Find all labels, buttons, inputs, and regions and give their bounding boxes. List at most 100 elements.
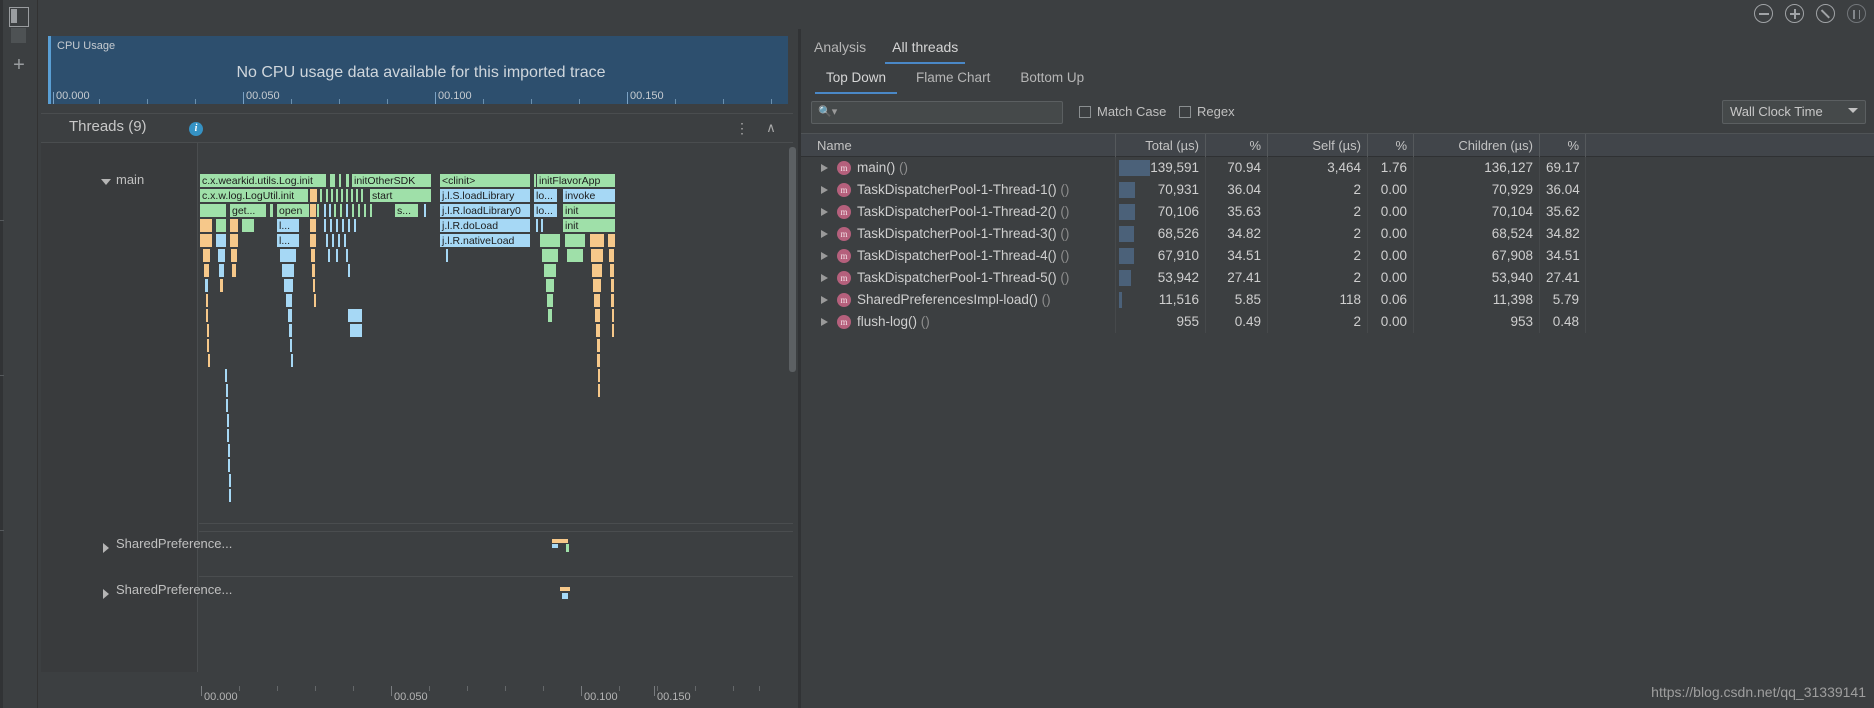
flame-bar[interactable] bbox=[345, 248, 349, 263]
flame-bar[interactable] bbox=[369, 203, 373, 218]
flame-bar[interactable] bbox=[539, 233, 561, 248]
flame-bar[interactable] bbox=[207, 353, 211, 368]
timeline-scrollbar[interactable] bbox=[789, 147, 796, 372]
flame-bar[interactable] bbox=[285, 293, 293, 308]
more-options-icon[interactable]: ⋮ bbox=[735, 119, 749, 137]
flame-bar[interactable] bbox=[535, 218, 539, 233]
flame-bar[interactable] bbox=[225, 383, 229, 398]
thread-row-main[interactable]: main bbox=[116, 172, 144, 187]
flame-bar[interactable] bbox=[589, 233, 605, 248]
flame-bar[interactable] bbox=[313, 293, 317, 308]
flame-bar[interactable] bbox=[290, 353, 294, 368]
table-row[interactable]: m TaskDispatcherPool-1-Thread-1() () 70,… bbox=[801, 179, 1874, 201]
flame-bar[interactable]: initFlavorApp bbox=[536, 173, 616, 188]
flame-bar[interactable] bbox=[610, 278, 615, 293]
flame-bar[interactable]: c.x.wearkid.utils.Log.init bbox=[199, 173, 327, 188]
flame-bar[interactable] bbox=[310, 248, 316, 263]
flame-bar[interactable] bbox=[607, 233, 616, 248]
flame-bar[interactable] bbox=[329, 173, 336, 188]
flame-bar[interactable] bbox=[591, 263, 603, 278]
flame-bar[interactable] bbox=[309, 203, 317, 218]
flame-bar[interactable] bbox=[349, 323, 363, 338]
search-input[interactable] bbox=[836, 104, 1056, 122]
flame-bar[interactable] bbox=[347, 263, 351, 278]
panel-icon[interactable] bbox=[11, 28, 26, 43]
flame-bar[interactable] bbox=[595, 323, 601, 338]
column-header-total[interactable]: Total (µs) bbox=[1116, 134, 1206, 157]
column-header-children-pct[interactable]: % bbox=[1540, 134, 1586, 157]
flame-bar-shared-pref-2b[interactable] bbox=[561, 592, 569, 600]
flame-bar[interactable] bbox=[312, 278, 316, 293]
flame-bar[interactable] bbox=[363, 203, 367, 218]
tab-top-down[interactable]: Top Down bbox=[811, 66, 901, 94]
flame-bar[interactable] bbox=[219, 278, 224, 293]
column-header-children[interactable]: Children (µs) bbox=[1414, 134, 1540, 157]
flame-bar[interactable] bbox=[339, 203, 343, 218]
flame-bar[interactable] bbox=[269, 203, 274, 218]
flame-bar[interactable] bbox=[590, 248, 604, 263]
flame-bar[interactable] bbox=[335, 188, 339, 203]
flame-bar[interactable] bbox=[594, 308, 601, 323]
flame-bar[interactable] bbox=[328, 203, 332, 218]
flame-bar[interactable] bbox=[350, 188, 354, 203]
tab-flame-chart[interactable]: Flame Chart bbox=[901, 66, 1005, 94]
flame-bar[interactable] bbox=[335, 248, 339, 263]
flame-bar[interactable] bbox=[611, 308, 615, 323]
flame-bar[interactable]: l... bbox=[276, 233, 300, 248]
flame-bar[interactable] bbox=[345, 203, 349, 218]
flame-bar[interactable] bbox=[287, 308, 293, 323]
flame-bar[interactable] bbox=[360, 188, 364, 203]
table-row[interactable]: m TaskDispatcherPool-1-Thread-3() () 68,… bbox=[801, 223, 1874, 245]
flame-bar[interactable] bbox=[546, 293, 554, 308]
flame-bar[interactable] bbox=[203, 263, 210, 278]
flame-bar[interactable] bbox=[345, 173, 350, 188]
flame-bar[interactable] bbox=[325, 188, 329, 203]
tab-analysis[interactable]: Analysis bbox=[801, 35, 879, 64]
flame-bar[interactable] bbox=[229, 233, 239, 248]
flame-bar[interactable] bbox=[597, 368, 601, 383]
flame-bar[interactable] bbox=[592, 278, 602, 293]
regex-toggle[interactable]: Regex bbox=[1179, 104, 1235, 119]
flame-bar[interactable] bbox=[340, 188, 344, 203]
flame-bar[interactable] bbox=[540, 218, 544, 233]
flame-bar[interactable] bbox=[331, 233, 335, 248]
flame-bar[interactable] bbox=[445, 248, 449, 263]
match-case-checkbox[interactable] bbox=[1079, 105, 1091, 118]
flame-bar[interactable] bbox=[333, 203, 337, 218]
table-row[interactable]: m TaskDispatcherPool-1-Thread-5() () 53,… bbox=[801, 267, 1874, 289]
flame-bar[interactable] bbox=[610, 293, 615, 308]
regex-checkbox[interactable] bbox=[1179, 105, 1191, 118]
flame-bar[interactable] bbox=[218, 263, 225, 278]
flame-bar[interactable]: j.l.R.doLoad bbox=[439, 218, 531, 233]
flame-bar[interactable] bbox=[347, 308, 363, 323]
flame-bar[interactable] bbox=[347, 218, 351, 233]
cpu-usage-track[interactable]: CPU Usage No CPU usage data available fo… bbox=[48, 36, 788, 104]
flame-bar[interactable] bbox=[227, 458, 231, 473]
flame-chart-main-thread[interactable]: c.x.wearkid.utils.Log.init initOtherSDK … bbox=[199, 143, 793, 672]
flame-bar[interactable] bbox=[597, 383, 601, 398]
flame-bar[interactable] bbox=[341, 218, 345, 233]
flame-bar[interactable] bbox=[205, 308, 209, 323]
flame-bar[interactable]: init bbox=[562, 218, 616, 233]
match-case-toggle[interactable]: Match Case bbox=[1079, 104, 1166, 119]
flame-bar[interactable] bbox=[337, 233, 341, 248]
flame-bar[interactable] bbox=[230, 248, 238, 263]
flame-bar[interactable] bbox=[227, 443, 231, 458]
flame-bar[interactable]: c.x.w.log.LogUtil.init bbox=[199, 188, 309, 203]
flame-bar[interactable] bbox=[215, 233, 227, 248]
flame-bar[interactable] bbox=[541, 248, 559, 263]
flame-bar[interactable]: lo... bbox=[533, 188, 558, 203]
add-icon[interactable]: + bbox=[9, 55, 29, 75]
layout-toggle-icon[interactable] bbox=[9, 7, 29, 27]
flame-bar[interactable] bbox=[288, 323, 293, 338]
thread-expander-sp2[interactable] bbox=[103, 589, 109, 599]
flame-bar[interactable] bbox=[609, 263, 615, 278]
flame-bar[interactable] bbox=[228, 473, 232, 488]
flame-bar-shared-pref-1c[interactable] bbox=[565, 543, 570, 553]
search-box[interactable]: 🔍▾ bbox=[811, 101, 1063, 124]
flame-bar[interactable]: get... bbox=[229, 203, 267, 218]
column-header-self[interactable]: Self (µs) bbox=[1268, 134, 1368, 157]
flame-bar[interactable] bbox=[345, 188, 349, 203]
flame-bar[interactable]: lo... bbox=[533, 203, 558, 218]
flame-bar[interactable] bbox=[353, 218, 357, 233]
